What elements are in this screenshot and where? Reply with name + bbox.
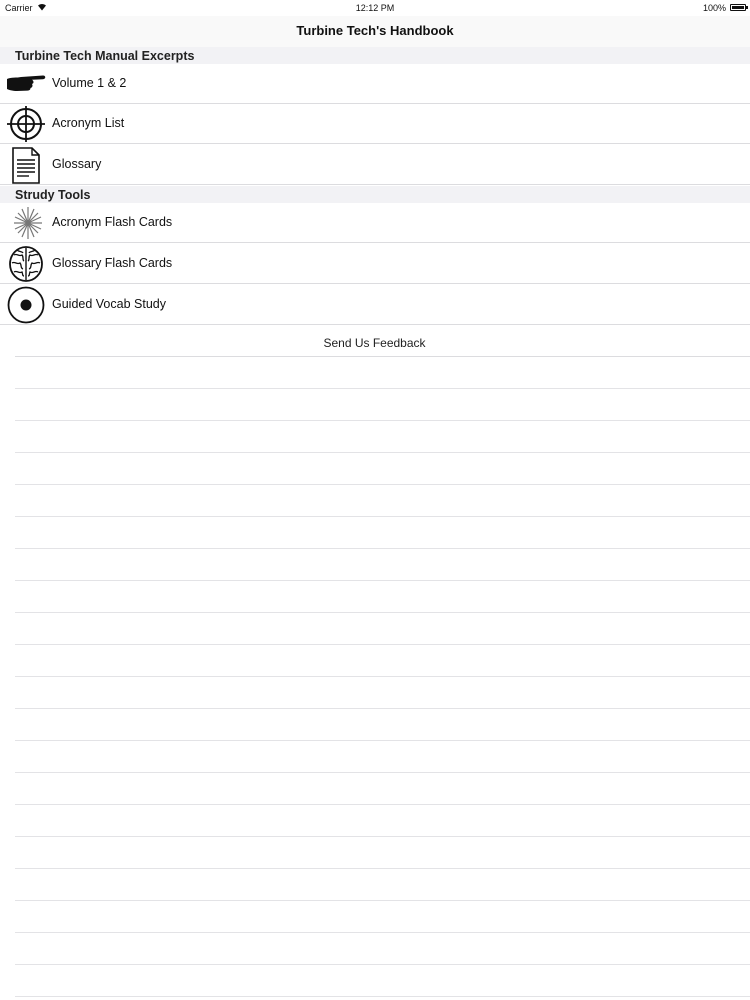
- section-header-label: Turbine Tech Manual Excerpts: [15, 49, 195, 63]
- empty-row: [15, 837, 750, 869]
- empty-row: [15, 421, 750, 453]
- empty-row: [15, 773, 750, 805]
- document-icon: [12, 147, 40, 184]
- section-header-manual-excerpts: Turbine Tech Manual Excerpts: [0, 47, 750, 65]
- list-item-glossary-flash-cards[interactable]: Glossary Flash Cards: [0, 244, 750, 284]
- empty-row: [15, 389, 750, 421]
- empty-row: [15, 517, 750, 549]
- navigation-bar: Turbine Tech's Handbook: [0, 16, 750, 48]
- list-item-volume-1-2[interactable]: Volume 1 & 2: [0, 64, 750, 104]
- list-item-label: Glossary: [52, 157, 102, 171]
- empty-row: [15, 901, 750, 933]
- section-header-label: Strudy Tools: [15, 188, 91, 202]
- empty-row: [15, 485, 750, 517]
- brain-icon: [9, 246, 43, 282]
- send-feedback-button[interactable]: Send Us Feedback: [15, 326, 750, 357]
- list-item-label: Acronym List: [52, 116, 125, 130]
- section-header-study-tools: Strudy Tools: [0, 186, 750, 204]
- empty-row: [15, 453, 750, 485]
- empty-row: [15, 581, 750, 613]
- pointing-hand-icon: [7, 75, 46, 91]
- status-time: 12:12 PM: [355, 3, 395, 13]
- empty-row: [15, 645, 750, 677]
- empty-row: [15, 869, 750, 901]
- empty-row: [15, 805, 750, 837]
- list-item-label: Volume 1 & 2: [52, 76, 127, 90]
- empty-row: [15, 549, 750, 581]
- empty-table-rows: [15, 357, 750, 997]
- empty-row: [15, 357, 750, 389]
- empty-row: [15, 933, 750, 965]
- list-item-label: Glossary Flash Cards: [52, 256, 173, 270]
- empty-row: [15, 613, 750, 645]
- battery-icon: [730, 4, 748, 11]
- list-item-label: Acronym Flash Cards: [52, 215, 173, 229]
- list-item-acronym-flash-cards[interactable]: Acronym Flash Cards: [0, 203, 750, 243]
- empty-row: [15, 677, 750, 709]
- starburst-icon: [14, 207, 42, 239]
- list-item-label: Guided Vocab Study: [52, 297, 166, 311]
- target-dot-icon: [7, 286, 45, 324]
- list-item-glossary[interactable]: Glossary: [0, 145, 750, 185]
- status-bar: Carrier 12:12 PM 100%: [0, 0, 750, 16]
- list-item-guided-vocab-study[interactable]: Guided Vocab Study: [0, 285, 750, 325]
- battery-percent: 100%: [702, 3, 726, 13]
- empty-row: [15, 965, 750, 997]
- page-title: Turbine Tech's Handbook: [296, 23, 454, 38]
- empty-row: [15, 741, 750, 773]
- send-feedback-label: Send Us Feedback: [323, 336, 426, 350]
- crosshair-icon: [7, 106, 45, 142]
- empty-row: [15, 709, 750, 741]
- list-item-acronym-list[interactable]: Acronym List: [0, 104, 750, 144]
